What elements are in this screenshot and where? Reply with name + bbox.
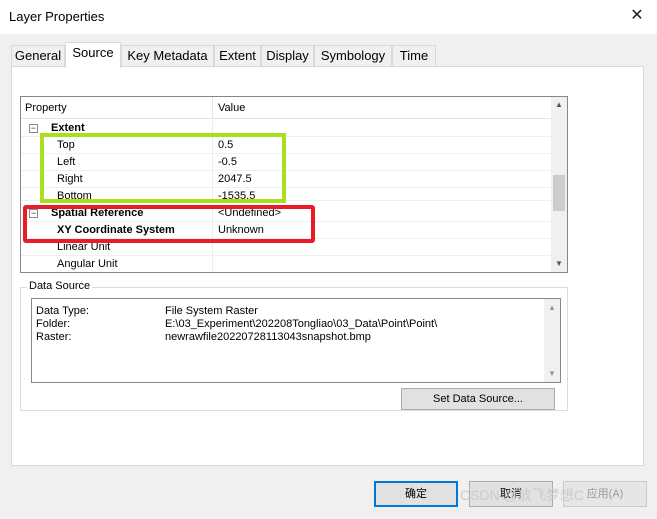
watermark: CSDN @放飞梦想C — [460, 487, 584, 503]
window-title: Layer Properties — [9, 9, 105, 24]
scroll-thumb[interactable] — [553, 175, 565, 211]
tab-extent[interactable]: Extent — [214, 45, 261, 67]
raster-label: Raster: — [36, 331, 72, 343]
red-highlight-box — [23, 205, 315, 243]
scroll-up-icon[interactable]: ▲ — [551, 97, 567, 113]
folder-value: E:\03_Experiment\202208Tongliao\03_Data\… — [165, 318, 438, 330]
data-type-value: File System Raster — [165, 305, 258, 317]
raster-value: newrawfile20220728113043snapshot.bmp — [165, 331, 371, 343]
source-tab-panel: Property Value − Extent Top 0.5 Left -0.… — [11, 66, 644, 466]
data-source-scrollbar[interactable]: ▲ ▼ — [544, 299, 560, 382]
data-source-group: Data Source Data Type: File System Raste… — [20, 280, 568, 411]
grid-header: Property Value — [21, 97, 552, 119]
folder-label: Folder: — [36, 318, 71, 330]
grid-row-angular-unit[interactable]: Angular Unit — [21, 256, 552, 272]
collapse-icon[interactable]: − — [29, 124, 38, 133]
row-name: Angular Unit — [57, 258, 118, 270]
title-bar: Layer Properties ✕ — [0, 0, 657, 34]
column-value[interactable]: Value — [218, 102, 245, 114]
grid-scrollbar[interactable]: ▲ ▼ — [551, 97, 567, 272]
ok-button[interactable]: 确定 — [374, 481, 458, 507]
tab-display[interactable]: Display — [261, 45, 314, 67]
scroll-down-icon[interactable]: ▼ — [544, 369, 560, 378]
data-type-label: Data Type: — [36, 305, 89, 317]
tab-general[interactable]: General — [11, 45, 65, 67]
column-property[interactable]: Property — [25, 102, 67, 114]
data-source-label: Data Source — [27, 280, 93, 292]
tab-key-metadata[interactable]: Key Metadata — [121, 45, 214, 67]
tab-symbology[interactable]: Symbology — [314, 45, 392, 67]
set-data-source-button[interactable]: Set Data Source... — [401, 388, 555, 410]
green-highlight-box — [40, 133, 286, 203]
tab-source[interactable]: Source — [65, 42, 121, 68]
scroll-up-icon[interactable]: ▲ — [544, 303, 560, 312]
tab-time[interactable]: Time — [392, 45, 436, 67]
dialog-body: General Source Key Metadata Extent Displ… — [0, 34, 657, 519]
data-source-text[interactable]: Data Type: File System Raster Folder: E:… — [31, 298, 561, 383]
close-icon[interactable]: ✕ — [625, 4, 649, 28]
scroll-down-icon[interactable]: ▼ — [551, 256, 567, 272]
